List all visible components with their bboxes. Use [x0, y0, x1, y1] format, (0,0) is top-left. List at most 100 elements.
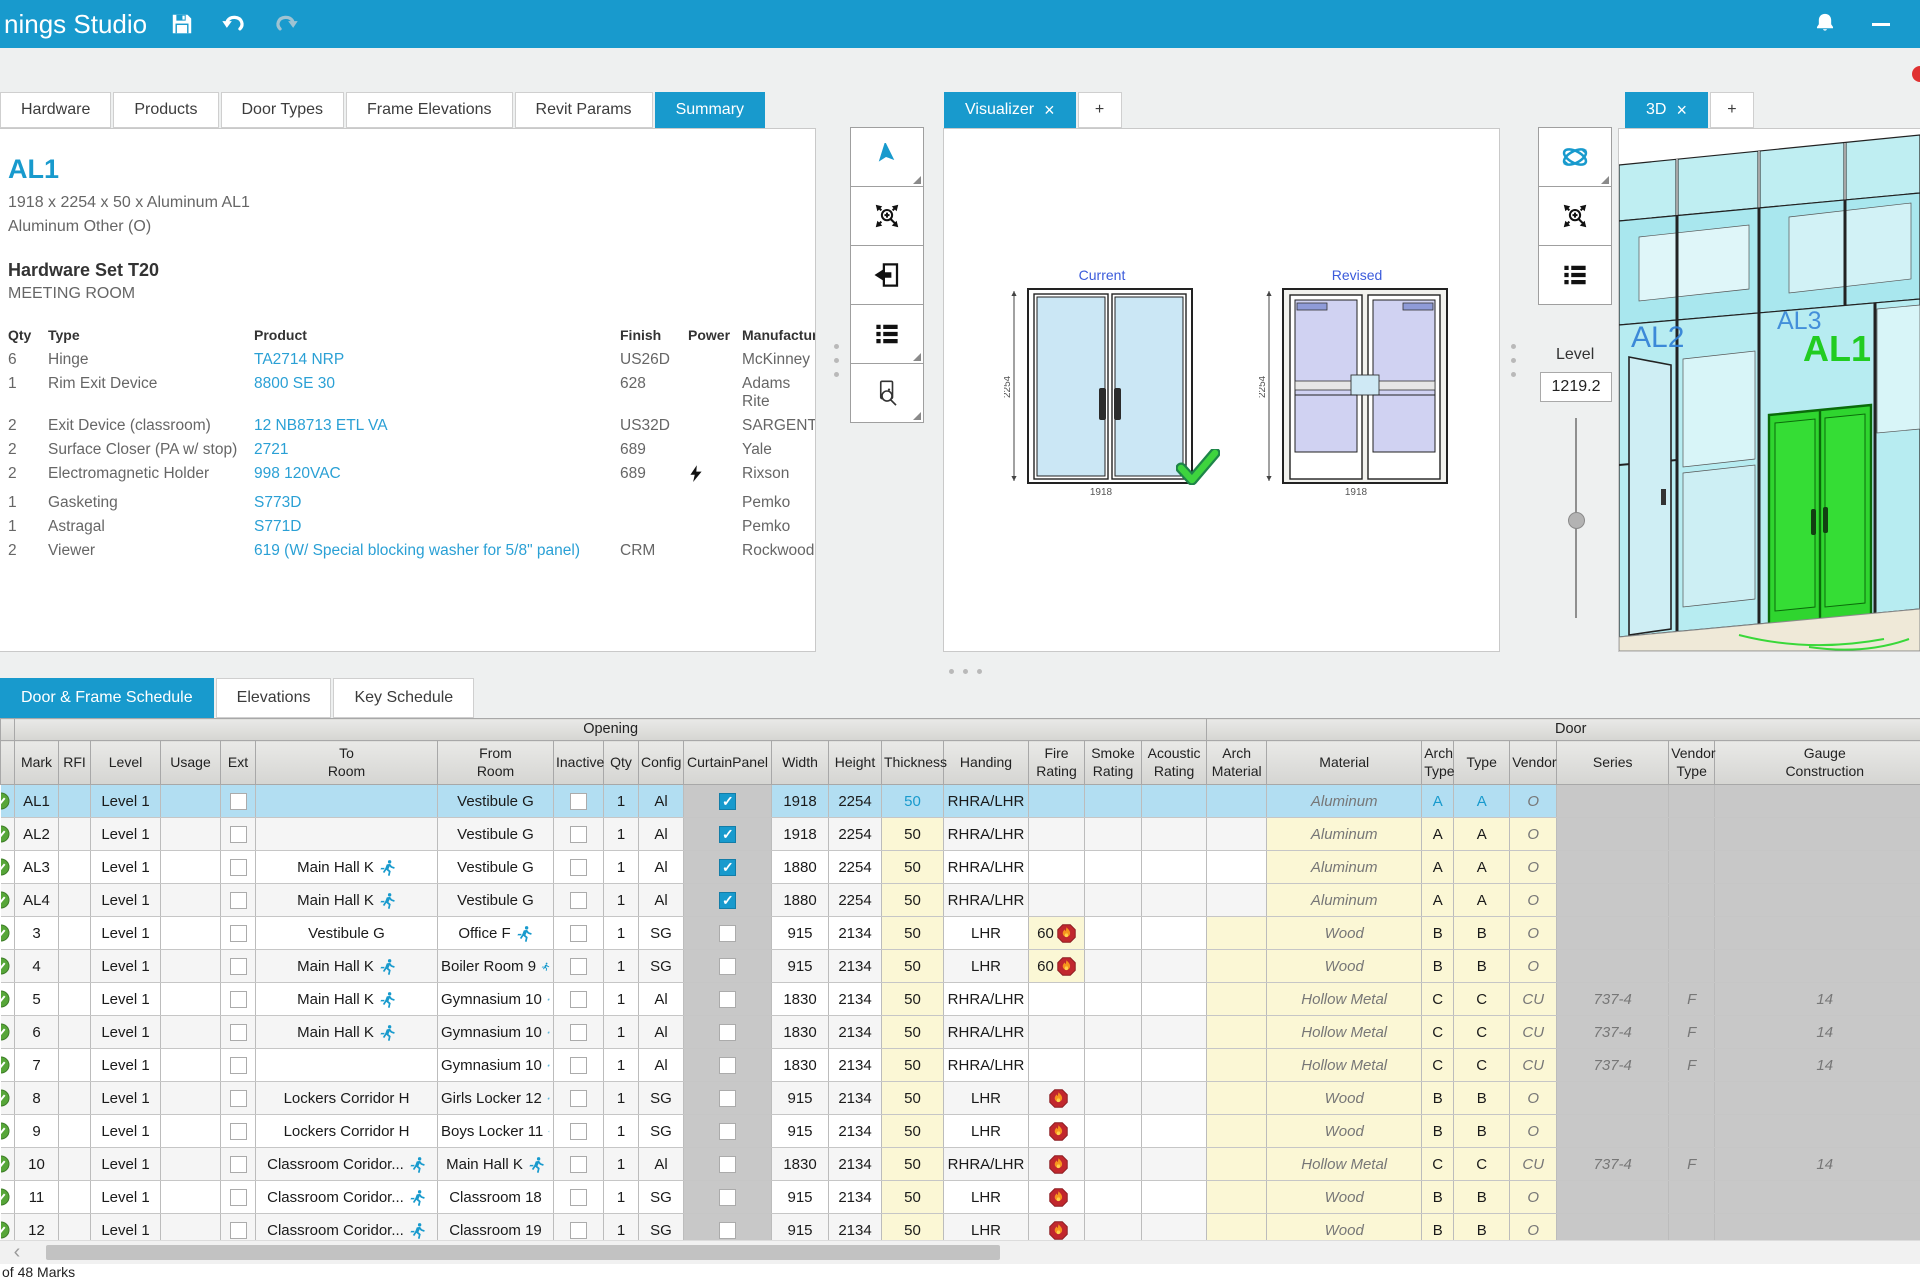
- hw-product-link[interactable]: S771D: [254, 518, 614, 536]
- inactive-checkbox[interactable]: [570, 859, 587, 876]
- col-usage[interactable]: Usage: [161, 741, 221, 785]
- inactive-checkbox[interactable]: [570, 1189, 587, 1206]
- hw-product-link[interactable]: TA2714 NRP: [254, 351, 614, 369]
- ext-checkbox[interactable]: [230, 958, 247, 975]
- table-row[interactable]: AL2 Level 1 Vestibule G: [1, 818, 1920, 851]
- bottom-splitter-handle[interactable]: [949, 669, 982, 674]
- select-tool-button[interactable]: [850, 127, 924, 187]
- table-row[interactable]: 3 Level 1 Vestibule G Office F: [1, 917, 1920, 950]
- ext-checkbox[interactable]: [230, 793, 247, 810]
- col-arch-material[interactable]: Arch Material: [1207, 741, 1267, 785]
- ext-checkbox[interactable]: [230, 1057, 247, 1074]
- table-row[interactable]: 4 Level 1 Main Hall K: [1, 950, 1920, 983]
- table-row[interactable]: 10 Level 1 Classroom Coridor...: [1, 1148, 1920, 1181]
- curtainpanel-checkbox[interactable]: [719, 1156, 736, 1173]
- save-button[interactable]: [165, 7, 199, 41]
- hw-product-link[interactable]: 8800 SE 30: [254, 375, 614, 393]
- close-icon[interactable]: ×: [1044, 101, 1055, 119]
- col-qty[interactable]: Qty: [604, 741, 639, 785]
- revised-door-drawing[interactable]: 2254 1918: [1259, 283, 1455, 499]
- curtainpanel-checkbox[interactable]: [719, 1057, 736, 1074]
- col-config[interactable]: Config: [639, 741, 684, 785]
- inactive-checkbox[interactable]: [570, 1123, 587, 1140]
- add-view-tab-button[interactable]: +: [1078, 92, 1122, 128]
- top-tab[interactable]: Summary: [655, 92, 765, 128]
- left-splitter-handle[interactable]: [834, 344, 839, 377]
- inactive-checkbox[interactable]: [570, 1024, 587, 1041]
- hw-product-link[interactable]: 12 NB8713 ETL VA: [254, 417, 614, 435]
- curtainpanel-checkbox[interactable]: [719, 1024, 736, 1041]
- top-tab[interactable]: Revit Params: [515, 92, 653, 128]
- hw-product-link[interactable]: 2721: [254, 441, 614, 459]
- ext-checkbox[interactable]: [230, 1123, 247, 1140]
- col-material[interactable]: Material: [1267, 741, 1422, 785]
- col-vendor-type[interactable]: Vendor Type: [1669, 741, 1715, 785]
- ext-checkbox[interactable]: [230, 826, 247, 843]
- col-inactive[interactable]: Inactive: [554, 741, 604, 785]
- table-row[interactable]: 5 Level 1 Main Hall K: [1, 983, 1920, 1016]
- ext-checkbox[interactable]: [230, 1222, 247, 1239]
- ext-checkbox[interactable]: [230, 1090, 247, 1107]
- tab-visualizer[interactable]: Visualizer ×: [944, 92, 1076, 128]
- inactive-checkbox[interactable]: [570, 793, 587, 810]
- col-fire-rating[interactable]: Fire Rating: [1029, 741, 1085, 785]
- ext-checkbox[interactable]: [230, 859, 247, 876]
- col-rfi[interactable]: RFI: [59, 741, 91, 785]
- col-height[interactable]: Height: [829, 741, 882, 785]
- inactive-checkbox[interactable]: [570, 1090, 587, 1107]
- col-thickness[interactable]: Thickness: [882, 741, 944, 785]
- curtainpanel-checkbox[interactable]: [719, 1090, 736, 1107]
- horizontal-scrollbar[interactable]: ‹: [0, 1240, 1920, 1264]
- curtainpanel-checkbox[interactable]: [719, 991, 736, 1008]
- hw-product-link[interactable]: 619 (W/ Special blocking washer for 5/8"…: [254, 542, 614, 560]
- col-vendor[interactable]: Vendor: [1510, 741, 1557, 785]
- table-row[interactable]: 11 Level 1 Classroom Coridor...: [1, 1181, 1920, 1214]
- inactive-checkbox[interactable]: [570, 925, 587, 942]
- table-row[interactable]: AL3 Level 1 Main Hall K: [1, 851, 1920, 884]
- schedule-tab[interactable]: Key Schedule: [333, 678, 474, 718]
- ext-checkbox[interactable]: [230, 991, 247, 1008]
- table-row[interactable]: 12 Level 1 Classroom Coridor...: [1, 1214, 1920, 1241]
- curtainpanel-checkbox[interactable]: [719, 1189, 736, 1206]
- undo-button[interactable]: [217, 7, 251, 41]
- table-row[interactable]: AL1 Level 1 Vestibule G: [1, 785, 1920, 818]
- col-level[interactable]: Level: [91, 741, 161, 785]
- col-to-room[interactable]: To Room: [256, 741, 438, 785]
- table-row[interactable]: 8 Level 1 Lockers Corridor H Girls Locke…: [1, 1082, 1920, 1115]
- table-row[interactable]: 7 Level 1 Gymnasium 10: [1, 1049, 1920, 1082]
- close-icon[interactable]: ×: [1676, 101, 1687, 119]
- table-row[interactable]: 6 Level 1 Main Hall K: [1, 1016, 1920, 1049]
- curtainpanel-checkbox[interactable]: [719, 958, 736, 975]
- inactive-checkbox[interactable]: [570, 1057, 587, 1074]
- curtainpanel-checkbox[interactable]: [719, 793, 736, 810]
- level-slider-thumb[interactable]: [1568, 512, 1585, 529]
- inactive-checkbox[interactable]: [570, 958, 587, 975]
- notifications-bell-button[interactable]: [1812, 11, 1838, 37]
- inactive-checkbox[interactable]: [570, 991, 587, 1008]
- col-arch-type[interactable]: Arch Type: [1422, 741, 1454, 785]
- ext-checkbox[interactable]: [230, 1189, 247, 1206]
- top-tab[interactable]: Products: [113, 92, 218, 128]
- hw-product-link[interactable]: 998 120VAC: [254, 465, 614, 483]
- list-view-3d-button[interactable]: [1538, 245, 1612, 305]
- zoom-extents-button[interactable]: [850, 186, 924, 246]
- tab-3d[interactable]: 3D ×: [1625, 92, 1708, 128]
- curtainpanel-checkbox[interactable]: [719, 925, 736, 942]
- curtainpanel-checkbox[interactable]: [719, 826, 736, 843]
- inactive-checkbox[interactable]: [570, 1156, 587, 1173]
- top-tab[interactable]: Frame Elevations: [346, 92, 513, 128]
- col-ext[interactable]: Ext: [221, 741, 256, 785]
- schedule-tab[interactable]: Elevations: [216, 678, 332, 718]
- col-from-room[interactable]: From Room: [438, 741, 554, 785]
- ext-checkbox[interactable]: [230, 892, 247, 909]
- top-tab[interactable]: Hardware: [0, 92, 111, 128]
- scrollbar-thumb[interactable]: [46, 1245, 1000, 1260]
- col-gauge-construction[interactable]: Gauge Construction: [1715, 741, 1920, 785]
- inactive-checkbox[interactable]: [570, 1222, 587, 1239]
- door-inspect-button[interactable]: [850, 363, 924, 423]
- current-door-drawing[interactable]: 2254 1918: [1004, 283, 1200, 499]
- curtainpanel-checkbox[interactable]: [719, 1222, 736, 1239]
- scroll-left-button[interactable]: ‹: [6, 1241, 28, 1265]
- col-type[interactable]: Type: [1454, 741, 1510, 785]
- add-3d-view-tab-button[interactable]: +: [1710, 92, 1754, 128]
